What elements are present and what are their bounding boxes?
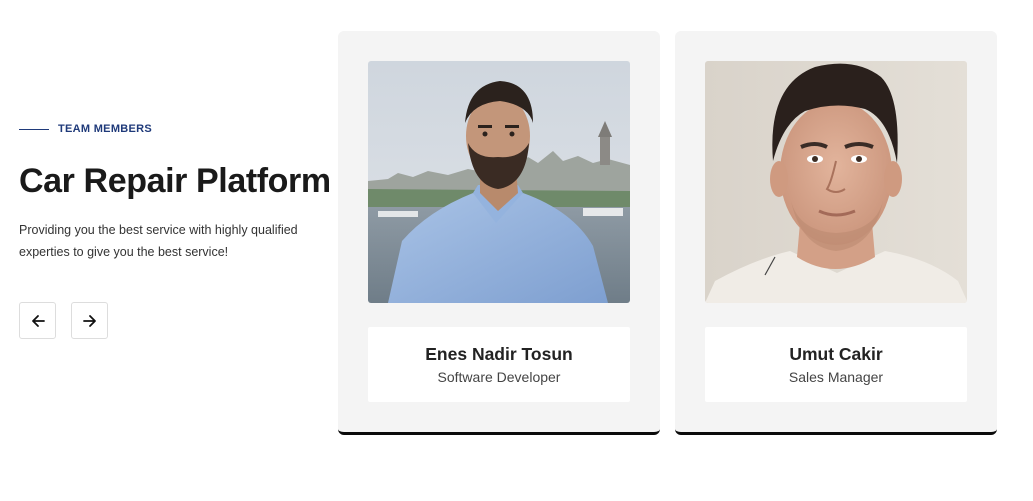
section-eyebrow: TEAM MEMBERS [19, 120, 339, 138]
next-button[interactable] [71, 302, 108, 339]
member-photo [368, 61, 630, 303]
prev-button[interactable] [19, 302, 56, 339]
member-role: Software Developer [437, 369, 561, 385]
team-member-card[interactable]: Enes Nadir Tosun Software Developer [338, 31, 660, 435]
member-name[interactable]: Enes Nadir Tosun [368, 344, 630, 364]
arrow-right-icon [82, 314, 96, 327]
eyebrow-divider [19, 128, 49, 130]
section-description: Providing you the best service with high… [19, 223, 298, 259]
member-caption: Enes Nadir Tosun Software Developer [368, 327, 630, 402]
member-name[interactable]: Umut Cakir [705, 344, 967, 364]
section-title: Car Repair Platform [19, 162, 331, 200]
member-photo [705, 61, 967, 303]
eyebrow-label: TEAM MEMBERS [58, 123, 153, 135]
member-role: Sales Manager [788, 369, 884, 385]
team-member-card[interactable]: Umut Cakir Sales Manager [675, 31, 997, 435]
carousel-navigation [19, 302, 123, 339]
member-caption: Umut Cakir Sales Manager [705, 327, 967, 402]
arrow-left-icon [31, 314, 45, 327]
team-intro: TEAM MEMBERS Car Repair Platform Providi… [19, 120, 339, 263]
